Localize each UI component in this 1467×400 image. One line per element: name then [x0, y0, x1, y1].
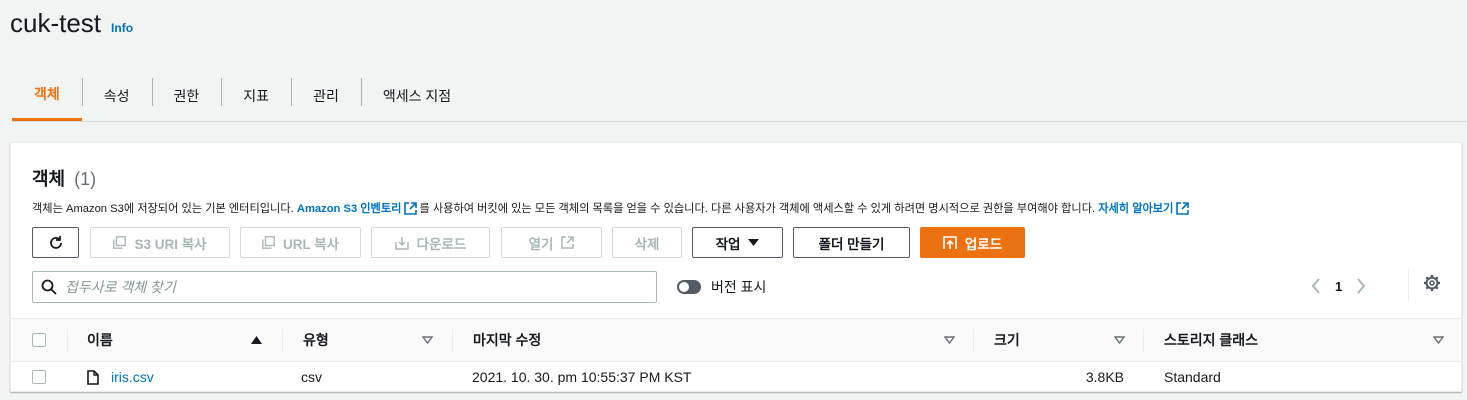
tab-management[interactable]: 관리	[291, 70, 361, 121]
file-icon	[87, 369, 99, 385]
table-header: 이름 유형 마지막 수정 크기 스토리지 클래스	[11, 318, 1461, 362]
select-all-checkbox[interactable]	[32, 333, 46, 347]
tab-objects[interactable]: 객체	[12, 70, 82, 121]
size-cell: 3.8KB	[1085, 369, 1124, 385]
pagination: 1	[1311, 271, 1366, 301]
column-divider	[282, 329, 283, 353]
type-cell: csv	[301, 369, 322, 385]
refresh-icon	[49, 235, 62, 249]
toggle-switch[interactable]	[677, 280, 701, 294]
name-cell: iris.csv	[87, 362, 154, 392]
row-checkbox[interactable]	[32, 370, 46, 384]
tab-access-points[interactable]: 액세스 지점	[360, 70, 473, 121]
external-link-icon	[1176, 202, 1190, 215]
learn-more-link[interactable]: 자세히 알아보기	[1098, 202, 1191, 215]
open-label: 열기	[528, 236, 554, 252]
download-button[interactable]: 다운로드	[371, 227, 490, 258]
upload-icon	[943, 235, 957, 249]
gear-icon	[1424, 275, 1440, 291]
search-field[interactable]	[32, 271, 657, 303]
pager-divider	[1408, 269, 1409, 301]
external-link-icon	[404, 202, 418, 215]
objects-table: 이름 유형 마지막 수정 크기 스토리지 클래스 iris.csv csv 20…	[11, 318, 1461, 392]
chevron-right-icon[interactable]	[1356, 278, 1366, 294]
bucket-header: cuk-test Info	[10, 8, 133, 39]
inventory-link-label: Amazon S3 인벤토리	[296, 203, 402, 215]
actions-label: 작업	[715, 236, 741, 252]
column-header-size[interactable]: 크기	[994, 319, 1020, 361]
sort-caret-icon[interactable]	[1114, 319, 1125, 361]
column-divider	[1143, 329, 1144, 353]
select-all-cell	[32, 319, 46, 361]
download-icon	[394, 236, 409, 250]
table-row[interactable]: iris.csv csv 2021. 10. 30. pm 10:55:37 P…	[11, 362, 1461, 392]
column-header-modified[interactable]: 마지막 수정	[473, 319, 541, 361]
copy-icon	[262, 236, 275, 249]
panel-title: 객체 (1)	[32, 165, 96, 191]
delete-button[interactable]: 삭제	[612, 227, 682, 258]
tab-metrics[interactable]: 지표	[221, 70, 291, 121]
show-versions-toggle[interactable]: 버전 표시	[677, 277, 766, 297]
column-header-name[interactable]: 이름	[87, 319, 113, 361]
column-divider	[67, 329, 68, 353]
create-folder-label: 폴더 만들기	[818, 236, 885, 252]
bucket-tabs: 객체 속성 권한 지표 관리 액세스 지점	[12, 70, 1467, 122]
chevron-left-icon[interactable]	[1311, 278, 1321, 294]
desc-text-1: 객체는 Amazon S3에 저장되어 있는 기본 엔터티입니다.	[32, 203, 294, 215]
copy-s3-uri-button[interactable]: S3 URI 복사	[90, 227, 230, 258]
tab-permissions[interactable]: 권한	[151, 70, 222, 121]
caret-down-icon	[748, 238, 760, 246]
upload-label: 업로드	[964, 236, 1003, 252]
storage-class-cell: Standard	[1164, 369, 1221, 385]
objects-panel: 객체 (1) 객체는 Amazon S3에 저장되어 있는 기본 엔터티입니다.…	[10, 142, 1462, 392]
column-header-type[interactable]: 유형	[303, 319, 329, 361]
desc-text-2: 를 사용하여 버킷에 있는 모든 객체의 목록을 얻을 수 있습니다. 다른 사…	[419, 203, 1096, 215]
upload-button[interactable]: 업로드	[920, 227, 1025, 258]
sort-ascending-icon[interactable]	[251, 319, 262, 361]
copy-icon	[113, 236, 127, 249]
download-label: 다운로드	[416, 236, 467, 252]
row-select-cell	[32, 362, 46, 392]
current-page[interactable]: 1	[1335, 279, 1342, 294]
search-input[interactable]	[65, 279, 625, 295]
delete-label: 삭제	[634, 236, 660, 252]
create-folder-button[interactable]: 폴더 만들기	[793, 227, 910, 258]
copy-url-button[interactable]: URL 복사	[240, 227, 361, 258]
external-link-icon	[561, 236, 575, 249]
panel-title-text: 객체	[32, 169, 66, 189]
toggle-knob	[679, 282, 689, 292]
search-icon	[41, 279, 57, 295]
refresh-button[interactable]	[32, 227, 79, 258]
copy-s3-uri-label: S3 URI 복사	[134, 236, 207, 252]
show-versions-label: 버전 표시	[711, 279, 767, 295]
column-divider	[452, 329, 453, 353]
open-button[interactable]: 열기	[501, 227, 602, 258]
copy-url-label: URL 복사	[282, 236, 340, 252]
learn-more-label: 자세히 알아보기	[1098, 203, 1174, 215]
page-title: cuk-test	[10, 8, 102, 38]
sort-caret-icon[interactable]	[1433, 319, 1444, 361]
sort-caret-icon[interactable]	[422, 319, 433, 361]
inventory-link[interactable]: Amazon S3 인벤토리	[296, 202, 420, 215]
object-count: (1)	[74, 169, 97, 189]
info-link[interactable]: Info	[111, 21, 133, 35]
preferences-button[interactable]	[1423, 274, 1441, 297]
column-divider	[973, 329, 974, 353]
sort-caret-icon[interactable]	[944, 319, 955, 361]
tab-properties[interactable]: 속성	[81, 70, 152, 121]
modified-cell: 2021. 10. 30. pm 10:55:37 PM KST	[472, 369, 692, 385]
column-header-storage-class[interactable]: 스토리지 클래스	[1164, 319, 1258, 361]
actions-dropdown[interactable]: 작업	[692, 227, 783, 258]
panel-description: 객체는 Amazon S3에 저장되어 있는 기본 엔터티입니다. Amazon…	[32, 200, 1191, 216]
object-actions-toolbar: S3 URI 복사 URL 복사 다운로드 열기 삭제 작업 폴더 만들기 업로…	[32, 227, 1025, 258]
object-name-link[interactable]: iris.csv	[111, 369, 154, 385]
